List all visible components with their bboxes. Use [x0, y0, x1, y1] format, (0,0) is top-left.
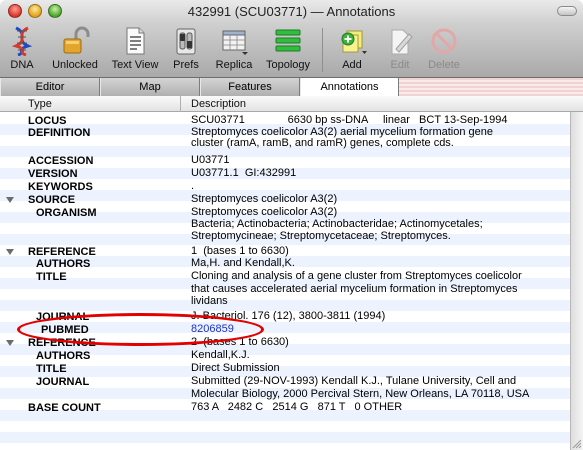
- topology-bars-icon: [275, 29, 301, 52]
- delete-label: Delete: [428, 59, 460, 71]
- edit-label: Edit: [390, 59, 410, 71]
- base-count-key: BASE COUNT: [28, 402, 101, 414]
- text-document-icon: [126, 27, 145, 55]
- keywords-value: .: [191, 180, 195, 192]
- delete-no-entry-icon: [431, 28, 457, 54]
- toolbar-separator: [322, 28, 323, 72]
- definition-value-line2: cluster (ramA, ramB, and ramR) genes, co…: [191, 137, 454, 149]
- source-value: Streptomyces coelicolor A3(2): [191, 193, 338, 205]
- annotations-window: 432991 (SCU03771) — Annotations DNA Unlo…: [0, 0, 583, 450]
- accession-value: U03771: [191, 154, 230, 166]
- topology-label: Topology: [265, 59, 311, 71]
- organism-value-line2: Bacteria; Actinobacteria; Actinobacterid…: [191, 218, 483, 230]
- disclosure-triangle-icon[interactable]: [6, 340, 14, 346]
- description-column-header[interactable]: Description: [191, 98, 246, 110]
- authors-2-key: AUTHORS: [36, 350, 91, 362]
- tab-annotations[interactable]: Annotations: [300, 78, 399, 96]
- version-key: VERSION: [28, 168, 78, 180]
- journal-2-value-line2: Molecular Biology, 2000 Percival Stern, …: [191, 388, 530, 400]
- toolbar-toggle-button[interactable]: [557, 6, 577, 16]
- reference-1-value: 1 (bases 1 to 6630): [191, 245, 289, 257]
- title-bar[interactable]: 432991 (SCU03771) — Annotations: [0, 0, 583, 24]
- title-1-key: TITLE: [36, 271, 67, 283]
- replica-label: Replica: [215, 59, 253, 71]
- version-value: U03771.1 GI:432991: [191, 167, 297, 179]
- vertical-scrollbar[interactable]: [570, 112, 583, 450]
- tab-editor[interactable]: Editor: [0, 78, 100, 96]
- tab-features[interactable]: Features: [200, 78, 300, 96]
- organism-key: ORGANISM: [36, 207, 97, 219]
- authors-1-value: Ma,H. and Kendall,K.: [191, 257, 295, 269]
- tab-map[interactable]: Map: [100, 78, 200, 96]
- title-1-value-line2: that causes accelerated aerial mycelium …: [191, 283, 518, 295]
- edit-pencil-icon: [391, 29, 413, 55]
- dna-icon: [11, 26, 33, 56]
- highlight-oval-annotation: [17, 313, 264, 346]
- column-divider[interactable]: [180, 96, 181, 112]
- disclosure-triangle-icon[interactable]: [6, 249, 14, 255]
- row-stripe: [0, 432, 570, 443]
- toolbar: DNA Unlocked Text View Prefs Replica Top…: [0, 24, 583, 78]
- prefs-label: Prefs: [173, 59, 199, 71]
- window-title: 432991 (SCU03771) — Annotations: [187, 4, 396, 19]
- switch-prefs-icon: [176, 28, 196, 55]
- title-2-value: Direct Submission: [191, 362, 280, 374]
- journal-2-key: JOURNAL: [36, 376, 90, 388]
- text-view-label: Text View: [111, 59, 159, 71]
- base-count-value: 763 A 2482 C 2514 G 871 T 0 OTHER: [191, 401, 403, 413]
- resize-grip-icon[interactable]: [571, 438, 582, 449]
- keywords-key: KEYWORDS: [28, 181, 93, 193]
- source-key: SOURCE: [28, 194, 76, 206]
- column-header: Type Description: [0, 96, 583, 112]
- journal-2-value-line1: Submitted (29-NOV-1993) Kendall K.J., Tu…: [191, 375, 517, 387]
- dna-label: DNA: [10, 59, 34, 71]
- unlocked-padlock-icon: [63, 26, 90, 54]
- organism-value-line1: Streptomyces coelicolor A3(2): [191, 206, 338, 218]
- title-1-value-line1: Cloning and analysis of a gene cluster f…: [191, 270, 522, 282]
- locus-key: LOCUS: [28, 115, 67, 127]
- accession-key: ACCESSION: [28, 155, 94, 167]
- organism-value-line3: Streptomycineae; Streptomycetaceae; Stre…: [191, 230, 451, 242]
- unlocked-label: Unlocked: [52, 59, 98, 71]
- add-note-icon: [341, 30, 367, 54]
- title-1-value-line3: lividans: [191, 295, 228, 307]
- replica-grid-icon: [222, 30, 248, 55]
- locus-value: SCU03771 6630 bp ss-DNA linear BCT 13-Se…: [191, 114, 508, 126]
- definition-key: DEFINITION: [28, 127, 91, 139]
- add-label: Add: [342, 59, 362, 71]
- authors-1-key: AUTHORS: [36, 258, 91, 270]
- view-tabs: Editor Map Features Annotations: [0, 78, 583, 96]
- authors-2-value: Kendall,K.J.: [191, 349, 250, 361]
- reference-1-key: REFERENCE: [28, 246, 96, 258]
- type-column-header[interactable]: Type: [28, 98, 52, 110]
- tab-bar-filler: [399, 78, 583, 96]
- disclosure-triangle-icon[interactable]: [6, 197, 14, 203]
- title-2-key: TITLE: [36, 363, 67, 375]
